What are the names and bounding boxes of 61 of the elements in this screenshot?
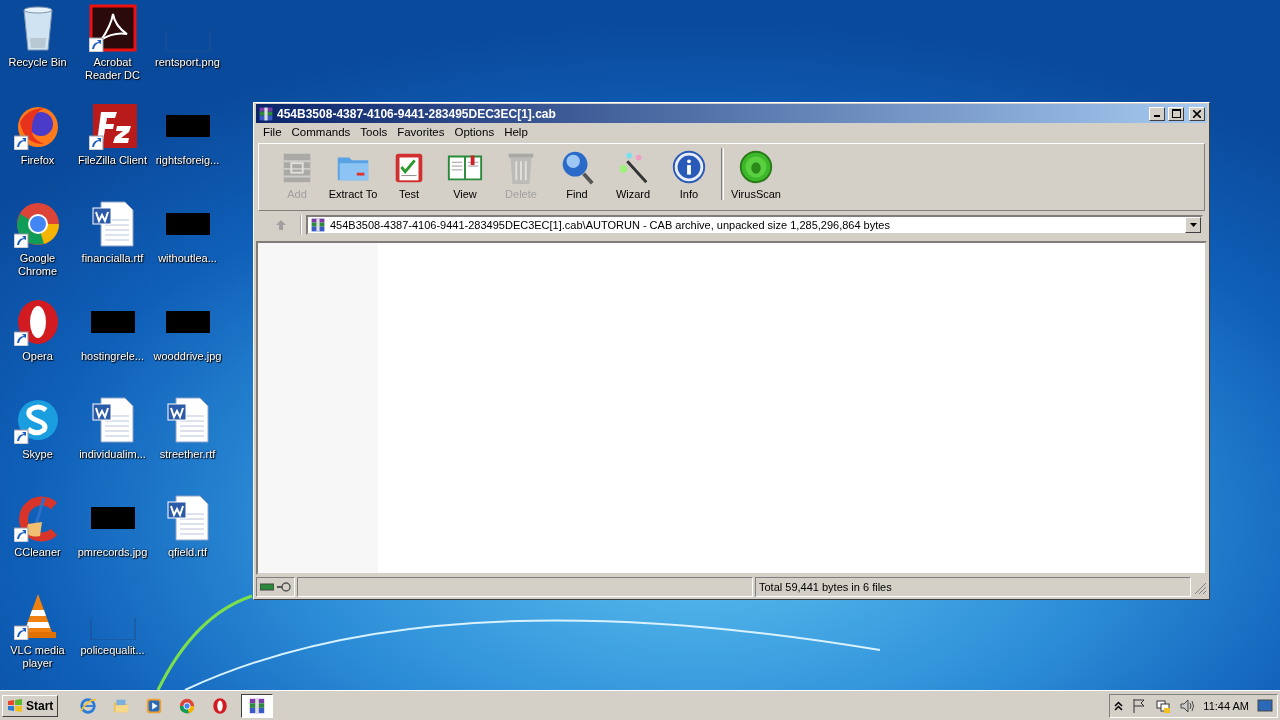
desktop-item[interactable]: wooddrive.jpg: [150, 298, 225, 363]
menu-item[interactable]: Favorites: [392, 126, 450, 138]
menu-item[interactable]: Tools: [355, 126, 393, 138]
desktop-item[interactable]: Recycle Bin: [0, 4, 75, 69]
info-icon: [670, 148, 708, 186]
media-player-icon: [145, 696, 164, 715]
toolbar-button[interactable]: Extract To: [325, 148, 381, 200]
desktop-item[interactable]: FileZilla Client: [75, 102, 150, 167]
network-icon[interactable]: [1155, 697, 1172, 714]
desktop-item[interactable]: withoutlea...: [150, 200, 225, 265]
desktop-item[interactable]: hostingrele...: [75, 298, 150, 363]
close-icon: [1193, 109, 1201, 118]
toolbar-button[interactable]: Wizard: [605, 148, 661, 200]
toolbar-button[interactable]: Info: [661, 148, 717, 200]
status-text: Total 59,441 bytes in 6 files: [759, 581, 892, 593]
desktop-item[interactable]: qfield.rtf: [150, 494, 225, 559]
toolbar-button[interactable]: Test: [381, 148, 437, 200]
desktop-item[interactable]: Firefox: [0, 102, 75, 167]
menu-item[interactable]: Options: [449, 126, 500, 138]
menu-item[interactable]: File: [258, 126, 287, 138]
browser-icon: [211, 696, 230, 715]
archive-app-icon: [258, 105, 274, 122]
menu-item[interactable]: Commands: [286, 126, 356, 138]
desktop-item[interactable]: Acrobat Reader DC: [75, 4, 150, 82]
desktop-item[interactable]: individualim...: [75, 396, 150, 461]
minimize-button[interactable]: [1149, 106, 1165, 121]
menu-item[interactable]: Help: [499, 126, 533, 138]
browser-icon: [79, 696, 98, 715]
toolbar-button[interactable]: View: [437, 148, 493, 200]
desktop-item[interactable]: pmrecords.jpg: [75, 494, 150, 559]
minimize-icon: [1154, 115, 1160, 117]
drive-icon: [260, 583, 274, 591]
browser-icon: [178, 696, 197, 715]
desktop-item[interactable]: streether.rtf: [150, 396, 225, 461]
desktop-item[interactable]: CCleaner: [0, 494, 75, 559]
desktop-item[interactable]: policequalit...: [75, 592, 150, 657]
chevron-up-icon[interactable]: [1114, 700, 1124, 711]
speaker-icon[interactable]: [1179, 697, 1196, 714]
toolbar-button[interactable]: VirusScan: [728, 148, 784, 200]
path-field[interactable]: 454B3508-4387-4106-9441-283495DEC3EC[1].cab\AUTORUN - CAB archive, unpacked size 1,285,296,864 bytes: [306, 215, 1203, 235]
clock[interactable]: 11:44 AM: [1203, 699, 1249, 712]
desktop-item[interactable]: Opera: [0, 298, 75, 363]
archive-app-icon: [310, 217, 326, 233]
desktop-item[interactable]: VLC media player: [0, 592, 75, 670]
taskbar-button[interactable]: [241, 693, 274, 718]
archive-app-icon: [248, 696, 267, 715]
key-icon: [277, 582, 291, 592]
show-desktop-icon[interactable]: [1257, 698, 1273, 713]
desktop-item[interactable]: rentsport.png: [150, 4, 225, 69]
desktop-item[interactable]: rightsforeig...: [150, 102, 225, 167]
desktop-item[interactable]: financialla.rtf: [75, 200, 150, 265]
maximize-icon: [1171, 109, 1181, 118]
toolbar-button[interactable]: Find: [549, 148, 605, 200]
window-title: 454B3508-4387-4106-9441-283495DEC3EC[1].cab: [277, 106, 557, 121]
windows-logo-icon: [7, 698, 23, 713]
close-button[interactable]: [1189, 106, 1205, 121]
caret-icon[interactable]: [1189, 223, 1197, 227]
desktop-item[interactable]: Google Chrome: [0, 200, 75, 278]
start-button[interactable]: Start: [2, 694, 59, 717]
desktop-item[interactable]: Skype: [0, 396, 75, 461]
maximize-button[interactable]: [1168, 106, 1184, 121]
